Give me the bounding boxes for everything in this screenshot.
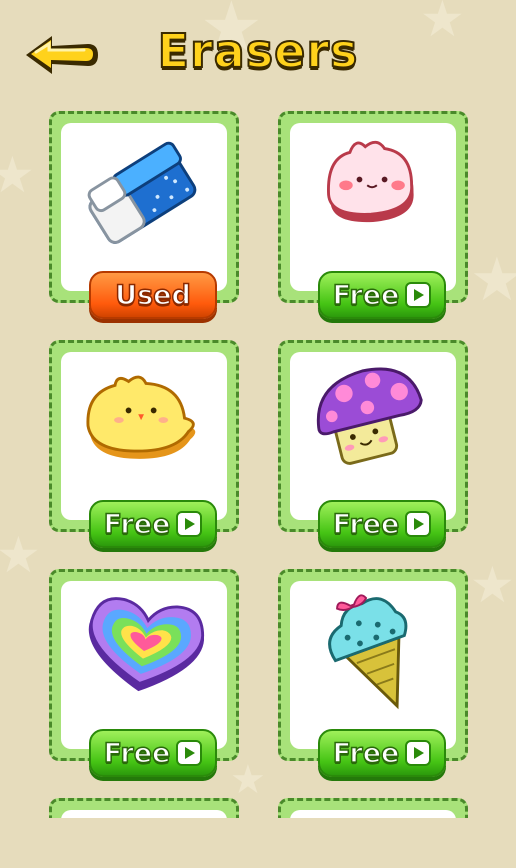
blue-block-eraser-icon [87, 141, 197, 244]
card-inner: Free [61, 581, 227, 777]
button-label: Free [332, 508, 400, 541]
button-label: Free [103, 508, 171, 541]
eraser-card-blue-block[interactable]: Used [49, 111, 239, 319]
eraser-grid: Used Free Free Free Free Free [0, 0, 516, 868]
free-button[interactable]: Free [89, 729, 217, 777]
pink-bunny-eraser-icon [327, 140, 414, 223]
purple-mushroom-eraser-icon [316, 367, 423, 465]
card-inner: Free [290, 581, 456, 777]
button-label: Used [114, 279, 191, 312]
button-label: Free [332, 279, 400, 312]
free-button[interactable]: Free [318, 729, 446, 777]
play-icon [405, 511, 432, 537]
ice-cream-cone-eraser-icon [328, 594, 408, 710]
free-button[interactable]: Free [318, 500, 446, 548]
button-label: Free [103, 737, 171, 770]
play-icon [405, 740, 432, 766]
rainbow-heart-eraser-icon [88, 597, 205, 692]
bottom-bar [0, 818, 516, 868]
card-inner: Free [290, 352, 456, 548]
free-button[interactable]: Free [318, 271, 446, 319]
eraser-card-rainbow-heart[interactable]: Free [49, 569, 239, 777]
used-button[interactable]: Used [89, 271, 217, 319]
play-icon [176, 511, 203, 537]
card-inner: Used [61, 123, 227, 319]
eraser-card-purple-mushroom[interactable]: Free [278, 340, 468, 548]
play-icon [405, 282, 432, 308]
button-label: Free [332, 737, 400, 770]
yellow-chick-eraser-icon [86, 375, 196, 459]
card-inner: Free [61, 352, 227, 548]
eraser-card-ice-cream[interactable]: Free [278, 569, 468, 777]
eraser-card-yellow-chick[interactable]: Free [49, 340, 239, 548]
free-button[interactable]: Free [89, 500, 217, 548]
play-icon [176, 740, 203, 766]
card-inner: Free [290, 123, 456, 319]
eraser-card-pink-bunny[interactable]: Free [278, 111, 468, 319]
